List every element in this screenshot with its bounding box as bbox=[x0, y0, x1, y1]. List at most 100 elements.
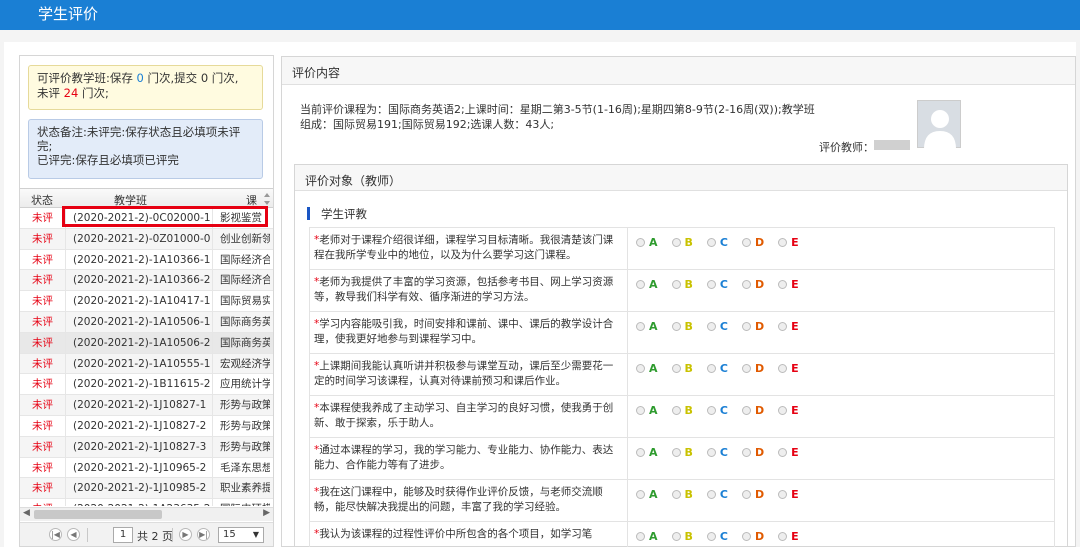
radio-icon[interactable] bbox=[706, 280, 716, 289]
option-a[interactable]: A bbox=[636, 278, 658, 291]
radio-icon[interactable] bbox=[671, 448, 681, 457]
option-e[interactable]: E bbox=[778, 530, 799, 543]
table-row[interactable]: 未评(2020-2021-2)-1A10366-2 国际经济合作 bbox=[20, 270, 273, 292]
option-d[interactable]: D bbox=[741, 236, 764, 249]
option-e[interactable]: E bbox=[778, 362, 799, 375]
radio-icon[interactable] bbox=[741, 364, 751, 373]
first-page-icon[interactable]: |◀ bbox=[49, 528, 62, 541]
radio-icon[interactable] bbox=[706, 406, 716, 415]
radio-icon[interactable] bbox=[778, 490, 788, 499]
radio-icon[interactable] bbox=[778, 532, 788, 541]
scrollbar-thumb[interactable] bbox=[34, 510, 162, 519]
radio-icon[interactable] bbox=[778, 322, 788, 331]
option-d[interactable]: D bbox=[741, 278, 764, 291]
option-e[interactable]: E bbox=[778, 404, 799, 417]
radio-icon[interactable] bbox=[636, 490, 645, 499]
radio-icon[interactable] bbox=[671, 280, 681, 289]
table-row[interactable]: 未评(2020-2021-2)-1A10506-1 国际商务英语2 bbox=[20, 311, 273, 333]
scroll-left-icon[interactable]: ◀ bbox=[23, 508, 30, 518]
table-row[interactable]: 未评(2020-2021-2)-1J10965-2 毛泽东思想和中 bbox=[20, 457, 273, 479]
table-row[interactable]: 未评 (2020-2021-2)-1J10827-3 形势与政策 bbox=[20, 436, 273, 458]
radio-icon[interactable] bbox=[671, 238, 681, 247]
table-row[interactable]: 未评(2020-2021-2)-1A23635-2国际申硕模块 bbox=[20, 499, 273, 506]
option-a[interactable]: A bbox=[636, 362, 658, 375]
option-e[interactable]: E bbox=[778, 236, 799, 249]
option-c[interactable]: C bbox=[706, 362, 728, 375]
option-c[interactable]: C bbox=[706, 236, 728, 249]
option-d[interactable]: D bbox=[741, 530, 764, 543]
radio-icon[interactable] bbox=[778, 448, 788, 457]
table-row[interactable]: 未评(2020-2021-2)-1A10366-1 国际经济合作 bbox=[20, 249, 273, 271]
radio-icon[interactable] bbox=[706, 364, 716, 373]
table-row[interactable]: 未评 (2020-2021-2)-1B11615-2 应用统计学 bbox=[20, 374, 273, 396]
option-b[interactable]: B bbox=[671, 488, 693, 501]
option-b[interactable]: B bbox=[671, 362, 693, 375]
option-b[interactable]: B bbox=[671, 530, 693, 543]
radio-icon[interactable] bbox=[778, 364, 788, 373]
option-c[interactable]: C bbox=[706, 446, 728, 459]
radio-icon[interactable] bbox=[778, 280, 788, 289]
radio-icon[interactable] bbox=[671, 364, 681, 373]
option-e[interactable]: E bbox=[778, 488, 799, 501]
option-b[interactable]: B bbox=[671, 320, 693, 333]
option-a[interactable]: A bbox=[636, 320, 658, 333]
option-b[interactable]: B bbox=[671, 446, 693, 459]
radio-icon[interactable] bbox=[706, 490, 716, 499]
radio-icon[interactable] bbox=[706, 322, 716, 331]
table-row[interactable]: 未评 (2020-2021-2)-1A10555-1 宏观经济学 bbox=[20, 353, 273, 375]
option-a[interactable]: A bbox=[636, 446, 658, 459]
option-e[interactable]: E bbox=[778, 320, 799, 333]
next-page-icon[interactable]: ▶ bbox=[179, 528, 192, 541]
page-size-select[interactable]: 15 ▼ bbox=[218, 527, 264, 543]
radio-icon[interactable] bbox=[706, 532, 716, 541]
horizontal-scrollbar[interactable]: ◀ ▶ bbox=[20, 507, 273, 521]
option-a[interactable]: A bbox=[636, 236, 658, 249]
radio-icon[interactable] bbox=[636, 364, 645, 373]
option-a[interactable]: A bbox=[636, 404, 658, 417]
option-b[interactable]: B bbox=[671, 236, 693, 249]
radio-icon[interactable] bbox=[671, 532, 681, 541]
option-b[interactable]: B bbox=[671, 278, 693, 291]
table-row[interactable]: 未评 (2020-2021-2)-1J10827-2 形势与政策 bbox=[20, 415, 273, 437]
table-row[interactable]: 未评(2020-2021-2)-1J10985-2 职业素养提升与 bbox=[20, 478, 273, 500]
radio-icon[interactable] bbox=[636, 448, 645, 457]
radio-icon[interactable] bbox=[741, 280, 751, 289]
option-d[interactable]: D bbox=[741, 488, 764, 501]
radio-icon[interactable] bbox=[741, 238, 751, 247]
table-row[interactable]: 未评 (2020-2021-2)-1J10827-1 形势与政策 bbox=[20, 395, 273, 416]
prev-page-icon[interactable]: ◀ bbox=[67, 528, 80, 541]
scroll-right-icon[interactable]: ▶ bbox=[263, 508, 270, 518]
radio-icon[interactable] bbox=[706, 448, 716, 457]
option-d[interactable]: D bbox=[741, 362, 764, 375]
radio-icon[interactable] bbox=[778, 238, 788, 247]
radio-icon[interactable] bbox=[636, 406, 645, 415]
col-status-header[interactable]: 状态 bbox=[31, 192, 53, 208]
radio-icon[interactable] bbox=[741, 448, 751, 457]
table-row[interactable]: 未评(2020-2021-2)-0Z01000-0 创业创新领导力 bbox=[20, 228, 273, 250]
radio-icon[interactable] bbox=[741, 322, 751, 331]
radio-icon[interactable] bbox=[671, 406, 681, 415]
last-page-icon[interactable]: ▶| bbox=[197, 528, 210, 541]
option-e[interactable]: E bbox=[778, 446, 799, 459]
radio-icon[interactable] bbox=[778, 406, 788, 415]
option-d[interactable]: D bbox=[741, 446, 764, 459]
radio-icon[interactable] bbox=[671, 322, 681, 331]
option-b[interactable]: B bbox=[671, 404, 693, 417]
option-c[interactable]: C bbox=[706, 278, 728, 291]
radio-icon[interactable] bbox=[636, 322, 645, 331]
option-e[interactable]: E bbox=[778, 278, 799, 291]
radio-icon[interactable] bbox=[636, 238, 645, 247]
radio-icon[interactable] bbox=[671, 490, 681, 499]
radio-icon[interactable] bbox=[741, 532, 751, 541]
option-c[interactable]: C bbox=[706, 530, 728, 543]
table-row[interactable]: 未评(2020-2021-2)-1A10506-2 国际商务英语2 bbox=[20, 332, 273, 354]
option-a[interactable]: A bbox=[636, 530, 658, 543]
option-c[interactable]: C bbox=[706, 488, 728, 501]
option-d[interactable]: D bbox=[741, 404, 764, 417]
option-a[interactable]: A bbox=[636, 488, 658, 501]
option-d[interactable]: D bbox=[741, 320, 764, 333]
table-row[interactable]: 未评(2020-2021-2)-1A10417-1 国际贸易实务 bbox=[20, 291, 273, 312]
option-c[interactable]: C bbox=[706, 320, 728, 333]
radio-icon[interactable] bbox=[636, 280, 645, 289]
radio-icon[interactable] bbox=[741, 490, 751, 499]
